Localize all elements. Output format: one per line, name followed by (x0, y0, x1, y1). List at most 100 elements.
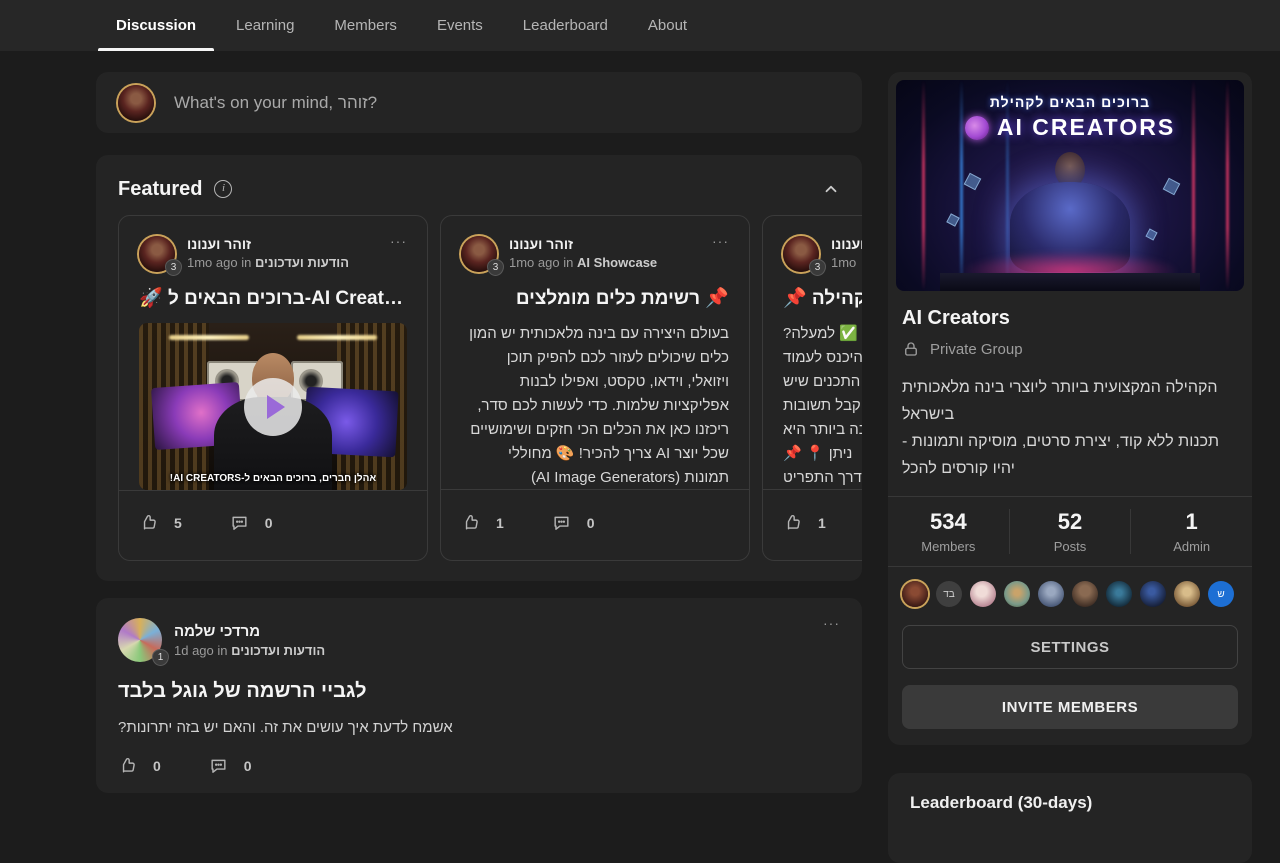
member-avatar[interactable] (1038, 581, 1064, 607)
post-meta: 1d ago in הודעות ועדכונים (174, 643, 325, 658)
tab-about[interactable]: About (628, 0, 707, 51)
tab-leaderboard[interactable]: Leaderboard (503, 0, 628, 51)
decor (940, 273, 1200, 291)
post-author[interactable]: מרדכי שלמה (174, 623, 325, 640)
group-description-line: הקהילה המקצועית ביותר ליוצרי בינה מלאכות… (902, 374, 1238, 428)
post-title[interactable]: קהילה 📌 (783, 286, 862, 310)
thumbs-up-icon (783, 513, 802, 532)
post-category[interactable]: הודעות ועדכונים (231, 643, 325, 658)
privacy-label: Private Group (930, 341, 1023, 358)
thumbs-up-icon (118, 756, 137, 775)
group-stats: 534 Members 52 Posts 1 Admin (888, 496, 1252, 567)
level-badge: 1 (152, 649, 169, 666)
post-body[interactable]: בעולם היצירה עם בינה מלאכותית יש המון כל… (461, 322, 729, 489)
comment-button[interactable] (230, 513, 249, 532)
group-description-line: תכנות ללא קוד, יצירת סרטים, מוסיקה ותמונ… (902, 428, 1238, 482)
leaderboard-title: Leaderboard (30-days) (910, 793, 1230, 813)
video-caption: אהלן חברים, ברוכים הבאים ל-AI CREATORS! (139, 473, 407, 484)
avatar[interactable]: 3 (461, 236, 497, 272)
featured-section: Featured 3 זוהר וענונו 1mo ago in הודעות… (96, 155, 862, 581)
post-author[interactable]: זוהר וענונו (831, 236, 862, 252)
settings-button[interactable]: SETTINGS (902, 625, 1238, 669)
comment-button[interactable] (209, 756, 228, 775)
stat-members[interactable]: 534 Members (888, 509, 1009, 554)
avatar[interactable]: 3 (139, 236, 175, 272)
tab-learning[interactable]: Learning (216, 0, 314, 51)
thumbs-up-icon (461, 513, 480, 532)
top-navigation: Discussion Learning Members Events Leade… (0, 0, 1280, 51)
like-button[interactable] (461, 513, 480, 532)
member-avatar[interactable] (970, 581, 996, 607)
group-card: ברוכים הבאים לקהילת AI CREATORS AI Creat… (888, 72, 1252, 745)
group-sidebar: ברוכים הבאים לקהילת AI CREATORS AI Creat… (888, 72, 1252, 863)
like-count: 0 (153, 758, 161, 774)
post-body[interactable]: ✅ למעלה? היכנס לעמוד התכנים שיש קבל תשוב… (783, 322, 862, 489)
invite-members-button[interactable]: INVITE MEMBERS (902, 685, 1238, 729)
post-meta: 1mo (831, 255, 862, 270)
post-category[interactable]: הודעות ועדכונים (255, 255, 349, 270)
decor (964, 173, 982, 191)
group-name: AI Creators (902, 307, 1238, 330)
like-count: 5 (174, 515, 182, 531)
nav-tabs: Discussion Learning Members Events Leade… (0, 0, 1280, 51)
comment-button[interactable] (552, 513, 571, 532)
avatar[interactable]: 3 (783, 236, 819, 272)
decor (297, 335, 377, 340)
level-badge: 3 (487, 259, 504, 276)
avatar[interactable]: 1 (118, 618, 162, 662)
comment-icon (552, 513, 571, 532)
like-button[interactable] (118, 756, 137, 775)
stat-admins[interactable]: 1 Admin (1130, 509, 1252, 554)
member-avatar[interactable] (902, 581, 928, 607)
comment-icon (230, 513, 249, 532)
more-icon[interactable]: ··· (712, 236, 729, 246)
leaderboard-card: Leaderboard (30-days) (888, 773, 1252, 863)
feed-column: What's on your mind, זוהר? Featured 3 (96, 72, 862, 793)
post-meta: 1mo ago in AI Showcase (509, 255, 657, 270)
more-icon[interactable]: ··· (390, 236, 407, 246)
post-title[interactable]: 📌 רשימת כלים מומלצים (461, 286, 729, 310)
member-avatar[interactable] (1004, 581, 1030, 607)
decor (946, 213, 960, 227)
post-author[interactable]: זוהר וענונו (187, 236, 349, 252)
like-button[interactable] (139, 513, 158, 532)
like-count: 1 (496, 515, 504, 531)
like-button[interactable] (783, 513, 802, 532)
stat-posts[interactable]: 52 Posts (1009, 509, 1131, 554)
member-avatar[interactable] (1106, 581, 1132, 607)
decor (922, 80, 925, 291)
member-avatar[interactable] (1140, 581, 1166, 607)
post-author[interactable]: זוהר וענונו (509, 236, 657, 252)
member-avatar[interactable]: ש (1208, 581, 1234, 607)
featured-card-welcome[interactable]: 3 זוהר וענונו 1mo ago in הודעות ועדכונים… (118, 215, 428, 561)
member-avatar[interactable] (1174, 581, 1200, 607)
post-composer[interactable]: What's on your mind, זוהר? (96, 72, 862, 133)
play-icon[interactable] (244, 378, 302, 436)
featured-card-community[interactable]: 3 זוהר וענונו 1mo קהילה 📌 ✅ למעלה? היכנס… (762, 215, 862, 561)
banner-subtitle: ברוכים הבאים לקהילת (896, 94, 1244, 110)
banner-title: AI CREATORS (997, 114, 1175, 141)
info-icon[interactable] (214, 180, 232, 198)
decor (1226, 80, 1229, 291)
more-icon[interactable]: ··· (823, 618, 840, 628)
tab-events[interactable]: Events (417, 0, 503, 51)
feed-post[interactable]: 1 מרדכי שלמה 1d ago in הודעות ועדכונים ·… (96, 598, 862, 793)
thumbs-up-icon (139, 513, 158, 532)
post-body[interactable]: אשמח לדעת איך עושים את זה. והאם יש בזה י… (118, 719, 840, 736)
group-banner[interactable]: ברוכים הבאים לקהילת AI CREATORS (896, 80, 1244, 291)
post-title[interactable]: לגביי הרשמה של גוגל בלבד (118, 680, 840, 703)
video-thumbnail[interactable]: אהלן חברים, ברוכים הבאים ל-AI CREATORS! (139, 323, 407, 489)
tab-members[interactable]: Members (314, 0, 417, 51)
decor (1163, 178, 1181, 196)
member-avatar[interactable]: בד (936, 581, 962, 607)
decor (169, 335, 249, 340)
composer-placeholder: What's on your mind, זוהר? (174, 93, 377, 113)
featured-card-tools[interactable]: 3 זוהר וענונו 1mo ago in AI Showcase ···… (440, 215, 750, 561)
post-title[interactable]: 🚀 ברוכים הבאים ל-AI Creators (139, 286, 407, 309)
comment-icon (209, 756, 228, 775)
decor (1192, 80, 1195, 291)
post-category[interactable]: AI Showcase (577, 255, 657, 270)
member-avatar[interactable] (1072, 581, 1098, 607)
tab-discussion[interactable]: Discussion (96, 0, 216, 51)
collapse-featured-button[interactable] (822, 180, 840, 198)
